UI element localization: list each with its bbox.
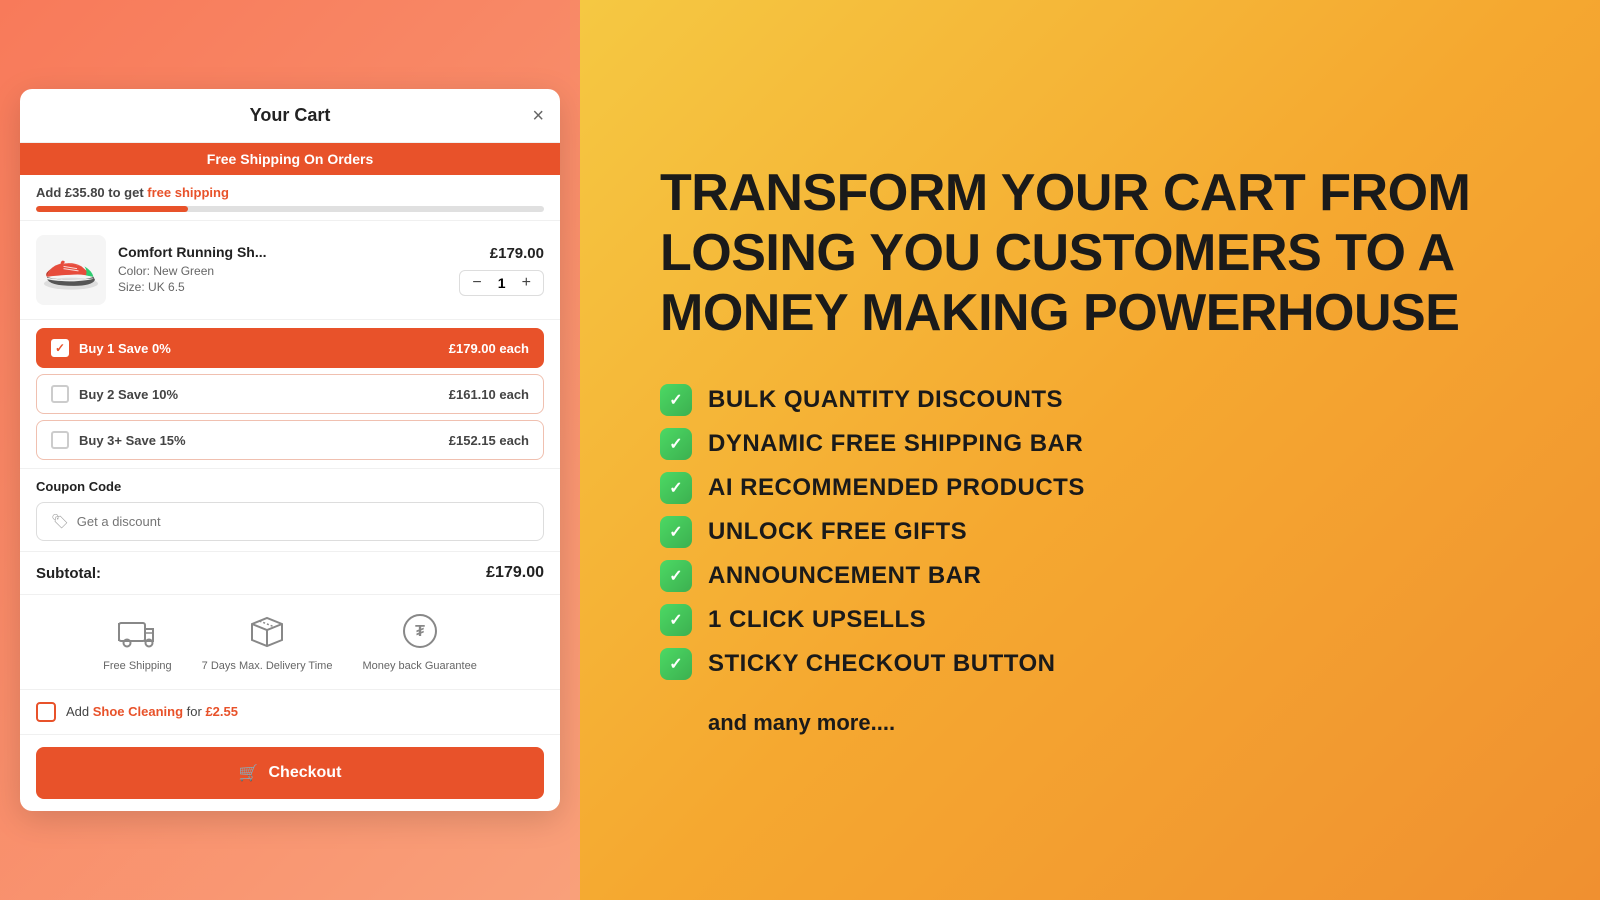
- and-more: and many more....: [660, 710, 1520, 736]
- feature-text-7: STICKY CHECKOUT BUTTON: [708, 650, 1055, 678]
- left-panel: Your Cart × Free Shipping On Orders Add …: [0, 0, 580, 900]
- progress-fill: [36, 206, 188, 212]
- subtotal-label: Subtotal:: [36, 565, 101, 582]
- add-text: Add: [36, 185, 65, 200]
- coupon-label: Coupon Code: [36, 479, 544, 494]
- discount-option-2[interactable]: Buy 2 Save 10% £161.10 each: [36, 374, 544, 414]
- item-details: Comfort Running Sh... Color: New Green S…: [118, 244, 447, 296]
- feature-text-2: DYNAMIC FREE SHIPPING BAR: [708, 430, 1083, 458]
- coupon-icon: 🏷: [51, 513, 69, 530]
- check-badge-1: ✓: [660, 384, 692, 416]
- check-badge-7: ✓: [660, 648, 692, 680]
- feature-text-4: UNLOCK FREE GIFTS: [708, 518, 967, 546]
- badge-delivery: 7 Days Max. Delivery Time: [202, 609, 333, 674]
- discount-price-3: £152.15 each: [449, 433, 529, 448]
- to-get-text: to get: [105, 185, 148, 200]
- box-icon: [245, 609, 289, 653]
- free-shipping-banner: Free Shipping On Orders: [20, 143, 560, 175]
- feature-text-6: 1 CLICK UPSELLS: [708, 606, 926, 634]
- feature-text-3: AI RECOMMENDED PRODUCTS: [708, 474, 1085, 502]
- discount-option-1[interactable]: Buy 1 Save 0% £179.00 each: [36, 328, 544, 368]
- check-badge-2: ✓: [660, 428, 692, 460]
- free-shipping-label: free shipping: [147, 185, 229, 200]
- headline-line-2: LOSING YOU CUSTOMERS TO A: [660, 224, 1520, 284]
- feature-item-1: ✓ BULK QUANTITY DISCOUNTS: [660, 384, 1520, 416]
- shipping-progress-text: Add £35.80 to get free shipping: [36, 185, 544, 200]
- feature-text-5: ANNOUNCEMENT BAR: [708, 562, 981, 590]
- discount-label-3: Buy 3+ Save 15%: [79, 433, 186, 448]
- headline-line-3: MONEY MAKING POWERHOUSE: [660, 284, 1520, 344]
- badge-free-shipping-text: Free Shipping: [103, 659, 172, 674]
- coupon-section: Coupon Code 🏷: [20, 468, 560, 551]
- badge-free-shipping: Free Shipping: [103, 609, 172, 674]
- features-list: ✓ BULK QUANTITY DISCOUNTS ✓ DYNAMIC FREE…: [660, 384, 1520, 680]
- discount-checkbox-2: [51, 385, 69, 403]
- discount-checkbox-3: [51, 431, 69, 449]
- subtotal-row: Subtotal: £179.00: [20, 551, 560, 594]
- feature-item-2: ✓ DYNAMIC FREE SHIPPING BAR: [660, 428, 1520, 460]
- badge-money-back-text: Money back Guarantee: [362, 659, 476, 674]
- feature-item-7: ✓ STICKY CHECKOUT BUTTON: [660, 648, 1520, 680]
- cart-item: Comfort Running Sh... Color: New Green S…: [20, 221, 560, 320]
- progress-track: [36, 206, 544, 212]
- quantity-value: 1: [494, 275, 510, 291]
- discount-checkbox-1: [51, 339, 69, 357]
- right-panel: TRANSFORM YOUR CART FROM LOSING YOU CUST…: [580, 0, 1600, 900]
- check-badge-6: ✓: [660, 604, 692, 636]
- coupon-input-wrapper: 🏷: [36, 502, 544, 541]
- discount-price-2: £161.10 each: [449, 387, 529, 402]
- item-name: Comfort Running Sh...: [118, 244, 447, 260]
- increase-qty-button[interactable]: +: [520, 275, 533, 291]
- addon-section: Add Shoe Cleaning for £2.55: [20, 690, 560, 735]
- cart-title: Your Cart: [250, 105, 331, 126]
- discount-label-2: Buy 2 Save 10%: [79, 387, 178, 402]
- shield-icon: ₮: [398, 609, 442, 653]
- badge-money-back: ₮ Money back Guarantee: [362, 609, 476, 674]
- addon-checkbox[interactable]: [36, 702, 56, 722]
- svg-text:₮: ₮: [415, 623, 425, 640]
- feature-item-5: ✓ ANNOUNCEMENT BAR: [660, 560, 1520, 592]
- discount-option-3[interactable]: Buy 3+ Save 15% £152.15 each: [36, 420, 544, 460]
- discount-price-1: £179.00 each: [449, 341, 529, 356]
- check-badge-5: ✓: [660, 560, 692, 592]
- item-price: £179.00: [490, 245, 544, 262]
- check-badge-4: ✓: [660, 516, 692, 548]
- item-color: Color: New Green: [118, 264, 447, 278]
- cart-header: Your Cart ×: [20, 89, 560, 143]
- truck-icon: [115, 609, 159, 653]
- headline-line-1: TRANSFORM YOUR CART FROM: [660, 164, 1520, 224]
- coupon-input[interactable]: [77, 514, 529, 529]
- badge-delivery-text: 7 Days Max. Delivery Time: [202, 659, 333, 674]
- headline: TRANSFORM YOUR CART FROM LOSING YOU CUST…: [660, 164, 1520, 343]
- shipping-amount: £35.80: [65, 185, 105, 200]
- item-image: [36, 235, 106, 305]
- item-price-qty: £179.00 − 1 +: [459, 245, 544, 296]
- feature-item-6: ✓ 1 CLICK UPSELLS: [660, 604, 1520, 636]
- subtotal-value: £179.00: [486, 564, 544, 582]
- feature-item-3: ✓ AI RECOMMENDED PRODUCTS: [660, 472, 1520, 504]
- volume-discounts: Buy 1 Save 0% £179.00 each Buy 2 Save 10…: [20, 320, 560, 468]
- feature-item-4: ✓ UNLOCK FREE GIFTS: [660, 516, 1520, 548]
- close-button[interactable]: ×: [532, 106, 544, 126]
- checkout-icon: 🛒: [239, 763, 259, 783]
- item-size: Size: UK 6.5: [118, 280, 447, 294]
- decrease-qty-button[interactable]: −: [470, 275, 483, 291]
- trust-badges: Free Shipping 7 Days Max. Delivery Time: [20, 594, 560, 689]
- cart-modal: Your Cart × Free Shipping On Orders Add …: [20, 89, 560, 810]
- discount-label-1: Buy 1 Save 0%: [79, 341, 171, 356]
- feature-text-1: BULK QUANTITY DISCOUNTS: [708, 386, 1063, 414]
- checkout-button[interactable]: 🛒 Checkout: [36, 747, 544, 799]
- check-badge-3: ✓: [660, 472, 692, 504]
- addon-text: Add Shoe Cleaning for £2.55: [66, 704, 238, 719]
- shipping-progress-section: Add £35.80 to get free shipping: [20, 175, 560, 221]
- shoe-icon: [41, 248, 101, 293]
- quantity-control: − 1 +: [459, 270, 544, 296]
